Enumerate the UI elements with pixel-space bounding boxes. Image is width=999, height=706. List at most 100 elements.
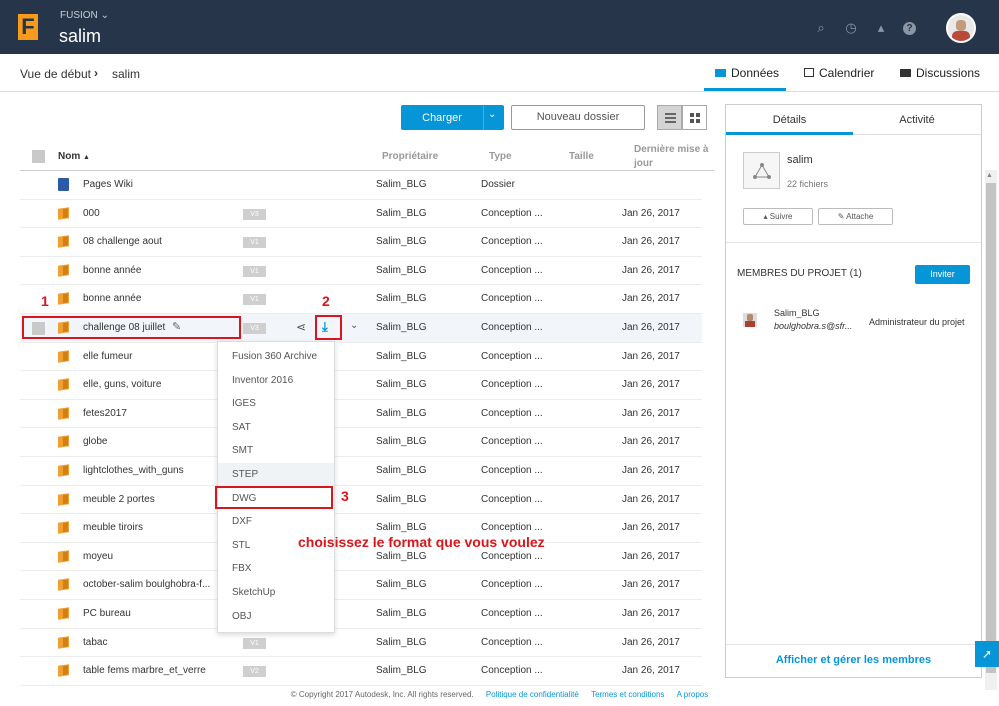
- table-row[interactable]: table fems marbre_et_verre V2 Salim_BLG Con…: [20, 657, 702, 686]
- table-row[interactable]: 08 challenge aout V1 Salim_BLG Conception .…: [20, 228, 702, 257]
- version-badge: V1: [243, 265, 266, 277]
- file-name[interactable]: elle, guns, voiture: [83, 379, 161, 390]
- file-name[interactable]: lightclothes_with_guns: [83, 465, 184, 476]
- menu-item-format[interactable]: Inventor 2016: [218, 369, 334, 393]
- search-icon[interactable]: ⌕: [813, 20, 829, 36]
- privacy-link[interactable]: Politique de confidentialité: [486, 690, 579, 699]
- file-owner: Salim_BLG: [376, 493, 427, 505]
- file-date: Jan 26, 2017: [622, 493, 680, 505]
- menu-item-format[interactable]: FBX: [218, 557, 334, 581]
- upload-button[interactable]: Charger ⌄: [401, 105, 504, 130]
- file-type: Conception ...: [481, 407, 543, 419]
- tab-calendar[interactable]: Calendrier: [804, 66, 874, 80]
- wiki-folder-icon: [58, 178, 69, 191]
- version-badge: V3: [243, 208, 266, 220]
- tab-activity[interactable]: Activité: [853, 105, 981, 135]
- chevron-right-icon: ›: [94, 66, 98, 80]
- file-name[interactable]: PC bureau: [83, 608, 131, 619]
- file-date: Jan 26, 2017: [622, 522, 680, 534]
- tab-data[interactable]: Données: [715, 66, 779, 80]
- design-file-icon: [58, 664, 69, 677]
- file-owner: Salim_BLG: [376, 522, 427, 534]
- terms-link[interactable]: Termes et conditions: [591, 690, 664, 699]
- file-name[interactable]: bonne année: [83, 265, 141, 276]
- table-row[interactable]: bonne année V1 Salim_BLG Conception ... Jan …: [20, 257, 702, 286]
- file-owner: Salim_BLG: [376, 636, 427, 648]
- tab-discussions[interactable]: Discussions: [900, 66, 980, 80]
- menu-item-format[interactable]: IGES: [218, 392, 334, 416]
- feedback-icon[interactable]: ➚: [975, 641, 999, 667]
- help-icon[interactable]: ?: [903, 22, 916, 35]
- chevron-down-icon[interactable]: ⌄: [488, 109, 496, 120]
- table-row[interactable]: elle fumeur Salim_BLG Conception ... Jan 26…: [20, 343, 702, 372]
- file-name[interactable]: table fems marbre_et_verre: [83, 665, 206, 676]
- menu-item-format[interactable]: SAT: [218, 416, 334, 440]
- table-row[interactable]: elle, guns, voiture Salim_BLG Conception .…: [20, 371, 702, 400]
- column-size-header[interactable]: Taille: [569, 151, 594, 162]
- table-row[interactable]: tabac V1 Salim_BLG Conception ... Jan 26, 20…: [20, 629, 702, 658]
- manage-members-link[interactable]: Afficher et gérer les membres: [726, 654, 981, 666]
- table-row[interactable]: meuble 2 portes Salim_BLG Conception ... Ja…: [20, 486, 702, 515]
- version-badge: V1: [243, 294, 266, 306]
- grid-view-toggle[interactable]: [682, 105, 707, 130]
- share-icon[interactable]: ⋖: [296, 320, 306, 334]
- file-type: Conception ...: [481, 665, 543, 677]
- table-row[interactable]: globe Salim_BLG Conception ... Jan 26, 2017: [20, 428, 702, 457]
- file-type: Conception ...: [481, 636, 543, 648]
- file-date: Jan 26, 2017: [622, 579, 680, 591]
- table-row[interactable]: 000 V3 Salim_BLG Conception ... Jan 26, 2017: [20, 200, 702, 229]
- list-view-toggle[interactable]: [657, 105, 682, 130]
- menu-item-format[interactable]: SketchUp: [218, 581, 334, 605]
- fusion-logo-icon[interactable]: F: [18, 14, 38, 40]
- about-link[interactable]: A propos: [677, 690, 709, 699]
- column-modified-header[interactable]: Dernière mise à jour: [634, 143, 714, 171]
- file-name[interactable]: tabac: [83, 637, 107, 648]
- file-name[interactable]: bonne année: [83, 293, 141, 304]
- menu-item-format[interactable]: Fusion 360 Archive: [218, 345, 334, 369]
- file-name[interactable]: moyeu: [83, 551, 113, 562]
- clock-icon[interactable]: ◷: [843, 20, 859, 36]
- tab-details[interactable]: Détails: [726, 105, 853, 135]
- invite-button[interactable]: Inviter: [915, 265, 970, 284]
- table-row[interactable]: PC bureau Salim_BLG Conception ... Jan 26, …: [20, 600, 702, 629]
- attach-button[interactable]: ✎ Attache: [818, 208, 893, 225]
- file-name[interactable]: meuble 2 portes: [83, 494, 155, 505]
- table-row[interactable]: october-salim boulghobra-f... Salim_BLG Co…: [20, 571, 702, 600]
- menu-item-format[interactable]: STEP: [218, 463, 334, 487]
- design-file-icon: [58, 607, 69, 620]
- table-row[interactable]: lightclothes_with_guns Salim_BLG Conceptio…: [20, 457, 702, 486]
- menu-item-format[interactable]: OBJ: [218, 605, 334, 629]
- file-name[interactable]: october-salim boulghobra-f...: [83, 579, 210, 590]
- file-name[interactable]: Pages Wiki: [83, 179, 133, 190]
- table-row[interactable]: fetes2017 Salim_BLG Conception ... Jan 26, …: [20, 400, 702, 429]
- file-date: Jan 26, 2017: [622, 665, 680, 677]
- file-name[interactable]: 08 challenge aout: [83, 236, 162, 247]
- table-row[interactable]: bonne année V1 Salim_BLG Conception ... Jan …: [20, 285, 702, 314]
- select-all-checkbox[interactable]: [32, 150, 45, 163]
- file-type: Conception ...: [481, 436, 543, 448]
- file-name[interactable]: globe: [83, 436, 107, 447]
- file-type: Conception ...: [481, 579, 543, 591]
- file-owner: Salim_BLG: [376, 207, 427, 219]
- follow-button[interactable]: ▴ Suivre: [743, 208, 813, 225]
- scrollbar-thumb[interactable]: [986, 183, 996, 673]
- file-name[interactable]: elle fumeur: [83, 351, 132, 362]
- details-panel: [725, 104, 982, 678]
- file-name[interactable]: fetes2017: [83, 408, 127, 419]
- menu-item-format[interactable]: DXF: [218, 510, 334, 534]
- column-name-header[interactable]: Nom ▲: [58, 151, 90, 162]
- file-name[interactable]: meuble tiroirs: [83, 522, 143, 533]
- chevron-down-icon[interactable]: ⌄: [350, 320, 358, 331]
- file-name[interactable]: 000: [83, 208, 100, 219]
- user-avatar[interactable]: [946, 13, 976, 43]
- file-owner: Salim_BLG: [376, 579, 427, 591]
- menu-item-format[interactable]: SMT: [218, 439, 334, 463]
- column-type-header[interactable]: Type: [489, 151, 512, 162]
- table-row[interactable]: Pages Wiki Salim_BLG Dossier: [20, 171, 702, 200]
- bell-icon[interactable]: ▴: [873, 20, 889, 36]
- scroll-up-icon[interactable]: ▲: [986, 172, 993, 179]
- column-owner-header[interactable]: Propriétaire: [382, 151, 438, 162]
- app-switcher[interactable]: FUSION ⌄: [60, 10, 109, 21]
- breadcrumb-home[interactable]: Vue de début: [20, 67, 91, 81]
- new-folder-button[interactable]: Nouveau dossier: [511, 105, 645, 130]
